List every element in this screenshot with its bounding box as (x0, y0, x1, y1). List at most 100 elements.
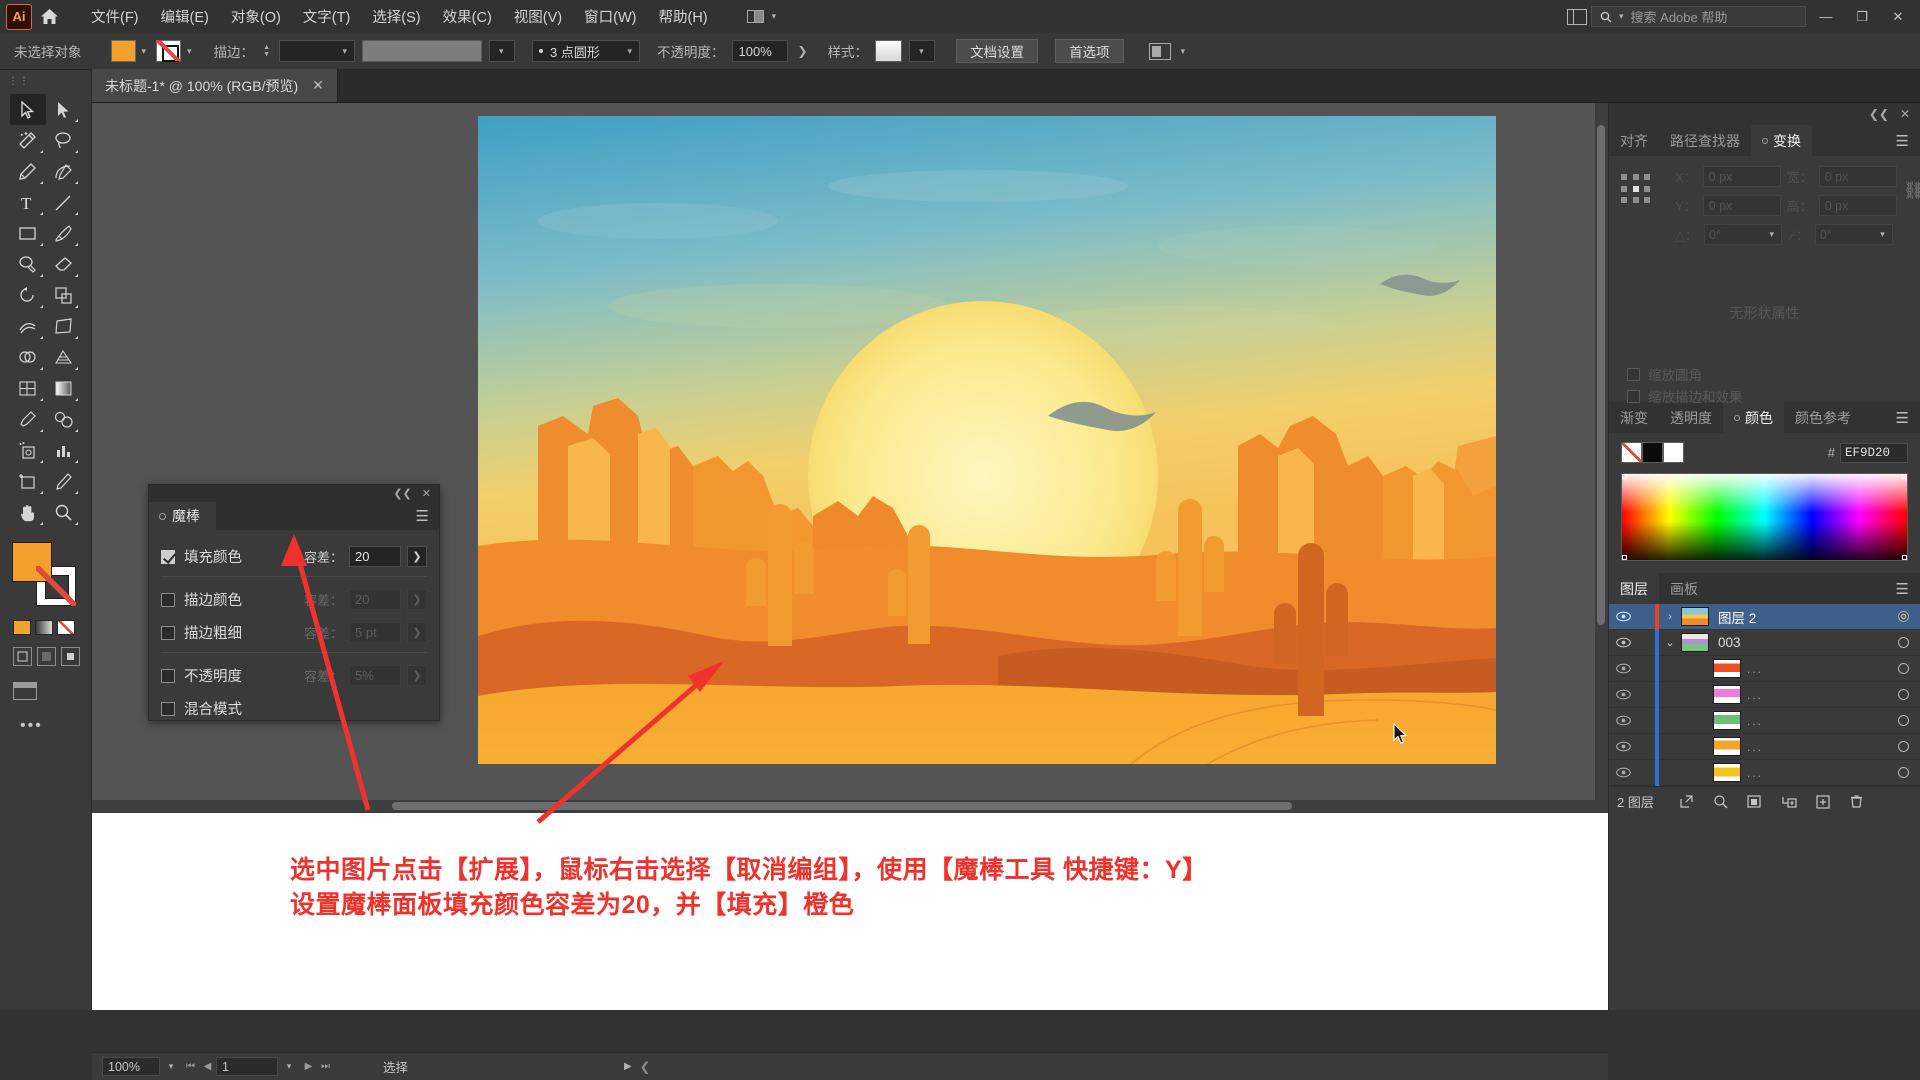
menu-select[interactable]: 选择(S) (361, 1, 431, 32)
menu-view[interactable]: 视图(V) (503, 1, 573, 32)
eraser-tool[interactable] (46, 249, 82, 280)
scale-tool[interactable] (46, 280, 82, 311)
collapse-icon[interactable]: ❮❮ (393, 487, 411, 500)
direct-selection-tool[interactable] (46, 94, 82, 125)
table-row[interactable]: ... (1609, 759, 1920, 786)
close-icon[interactable]: ✕ (422, 487, 431, 500)
magic-wand-tool[interactable] (10, 125, 46, 156)
artboard-tool[interactable] (10, 466, 46, 497)
panel-menu-icon[interactable]: ☰ (1885, 125, 1920, 156)
align-icon[interactable] (1148, 42, 1171, 60)
menu-effect[interactable]: 效果(C) (432, 1, 503, 32)
table-row[interactable]: ... (1609, 655, 1920, 682)
gradient-button[interactable] (35, 620, 53, 635)
twirl-icon[interactable]: ⌄ (1659, 636, 1681, 649)
table-row[interactable]: ⌄ 003 (1609, 629, 1920, 656)
last-artboard-button[interactable]: ⏭ (317, 1061, 334, 1072)
target-indicator[interactable] (1886, 741, 1920, 752)
menu-type[interactable]: 文字(T) (292, 1, 362, 32)
stroke-weight-select[interactable]: ▾ (279, 40, 355, 62)
eyedropper-tool[interactable] (10, 404, 46, 435)
paintbrush-tool[interactable] (46, 218, 82, 249)
table-row[interactable]: ... (1609, 681, 1920, 708)
zoom-tool[interactable] (46, 497, 82, 528)
fill-color-swatch[interactable] (110, 40, 136, 62)
curvature-tool[interactable] (46, 156, 82, 187)
toolbar-drag-handle[interactable]: ⋮⋮ (0, 76, 91, 90)
visibility-eye-icon[interactable] (1609, 767, 1637, 778)
fill-color-checkbox[interactable] (161, 549, 175, 564)
opacity-input[interactable]: 100% (731, 40, 788, 62)
target-indicator[interactable] (1886, 663, 1920, 674)
visibility-eye-icon[interactable] (1609, 637, 1637, 648)
target-indicator[interactable] (1886, 715, 1920, 726)
stroke-weight-stepper[interactable]: ▲ ▼ (261, 44, 272, 58)
menu-object[interactable]: 对象(O) (220, 1, 292, 32)
draw-inside-icon[interactable] (61, 647, 80, 666)
target-indicator[interactable] (1886, 689, 1920, 700)
height-input[interactable]: 0 px (1818, 195, 1897, 216)
rotate-tool[interactable] (10, 280, 46, 311)
search-help-input[interactable]: ▾ 搜索 Adobe 帮助 (1591, 6, 1806, 27)
y-input[interactable]: 0 px (1702, 195, 1781, 216)
angle-select[interactable]: 0° ▾ (1704, 224, 1782, 245)
panel-menu-icon[interactable]: ☰ (1885, 573, 1920, 604)
rectangle-tool[interactable] (10, 218, 46, 249)
symbol-sprayer-tool[interactable] (10, 435, 46, 466)
visibility-eye-icon[interactable] (1609, 611, 1637, 622)
width-tool[interactable] (10, 311, 46, 342)
locate-object-icon[interactable] (1704, 794, 1738, 809)
chevron-down-icon[interactable]: ▾ (184, 46, 195, 57)
zoom-level-input[interactable]: 100% (102, 1057, 160, 1076)
create-sublayer-icon[interactable] (1772, 795, 1806, 809)
document-tab[interactable]: 未标题-1* @ 100% (RGB/预览) ✕ (92, 69, 338, 102)
scale-corners-checkbox[interactable] (1627, 367, 1640, 381)
preferences-button[interactable]: 首选项 (1055, 39, 1124, 63)
visibility-eye-icon[interactable] (1609, 663, 1637, 674)
white-swatch[interactable] (1663, 442, 1684, 463)
close-button[interactable]: ✕ (1882, 0, 1914, 33)
status-expand-icon[interactable]: ▶ (618, 1061, 632, 1072)
scale-corners-option[interactable]: 缩放圆角 (1627, 363, 1908, 385)
menu-file[interactable]: 文件(F) (80, 1, 150, 32)
zoom-dropdown-icon[interactable]: ▾ (160, 1061, 182, 1072)
free-transform-tool[interactable] (46, 311, 82, 342)
lasso-tool[interactable] (46, 125, 82, 156)
arrange-documents-button[interactable]: ▾ (741, 6, 786, 27)
visibility-eye-icon[interactable] (1609, 741, 1637, 752)
black-swatch[interactable] (1642, 442, 1663, 463)
chevron-down-icon[interactable]: ▾ (1178, 46, 1189, 57)
color-spectrum-bar[interactable] (1621, 473, 1908, 561)
layer-name[interactable]: 图层 2 (1709, 607, 1756, 627)
stroke-color-checkbox[interactable] (161, 592, 175, 607)
line-segment-tool[interactable] (46, 187, 82, 218)
stroke-swatch-group[interactable]: ▾ (156, 40, 195, 62)
chevron-down-icon[interactable]: ▾ (139, 46, 150, 57)
stroke-profile-preview[interactable] (362, 40, 482, 62)
blending-mode-checkbox[interactable] (161, 701, 175, 716)
graphic-style-swatch[interactable] (875, 40, 903, 62)
canvas-vertical-scrollbar[interactable] (1595, 103, 1608, 813)
color-button[interactable] (13, 620, 31, 635)
artboard-number-input[interactable]: 1 (216, 1057, 278, 1076)
table-row[interactable]: › 图层 2 (1609, 603, 1920, 630)
selection-tool[interactable] (10, 94, 46, 125)
stroke-color-large-swatch[interactable] (36, 566, 76, 606)
collapse-icon[interactable]: ❮❮ (1869, 107, 1889, 121)
first-artboard-button[interactable]: ⏮ (182, 1061, 199, 1072)
document-setup-button[interactable]: 文档设置 (956, 39, 1039, 63)
scale-strokes-option[interactable]: 缩放描边和效果 (1627, 385, 1908, 407)
home-icon[interactable] (32, 0, 66, 33)
link-dimensions-icon[interactable]: ⛓ (1903, 181, 1920, 201)
maximize-button[interactable]: ❐ (1846, 0, 1878, 33)
edit-toolbar-button[interactable]: ••• (0, 717, 91, 735)
tab-magic-wand[interactable]: 魔棒 (149, 502, 216, 530)
target-indicator[interactable] (1886, 637, 1920, 648)
width-input[interactable]: 0 px (1818, 166, 1897, 187)
hex-input-group[interactable]: # EF9D20 (1828, 442, 1908, 463)
menu-help[interactable]: 帮助(H) (647, 1, 718, 32)
reference-point-selector[interactable] (1621, 174, 1653, 206)
type-tool[interactable]: T (10, 187, 46, 218)
shaper-tool[interactable] (10, 249, 46, 280)
target-indicator[interactable] (1886, 611, 1920, 622)
